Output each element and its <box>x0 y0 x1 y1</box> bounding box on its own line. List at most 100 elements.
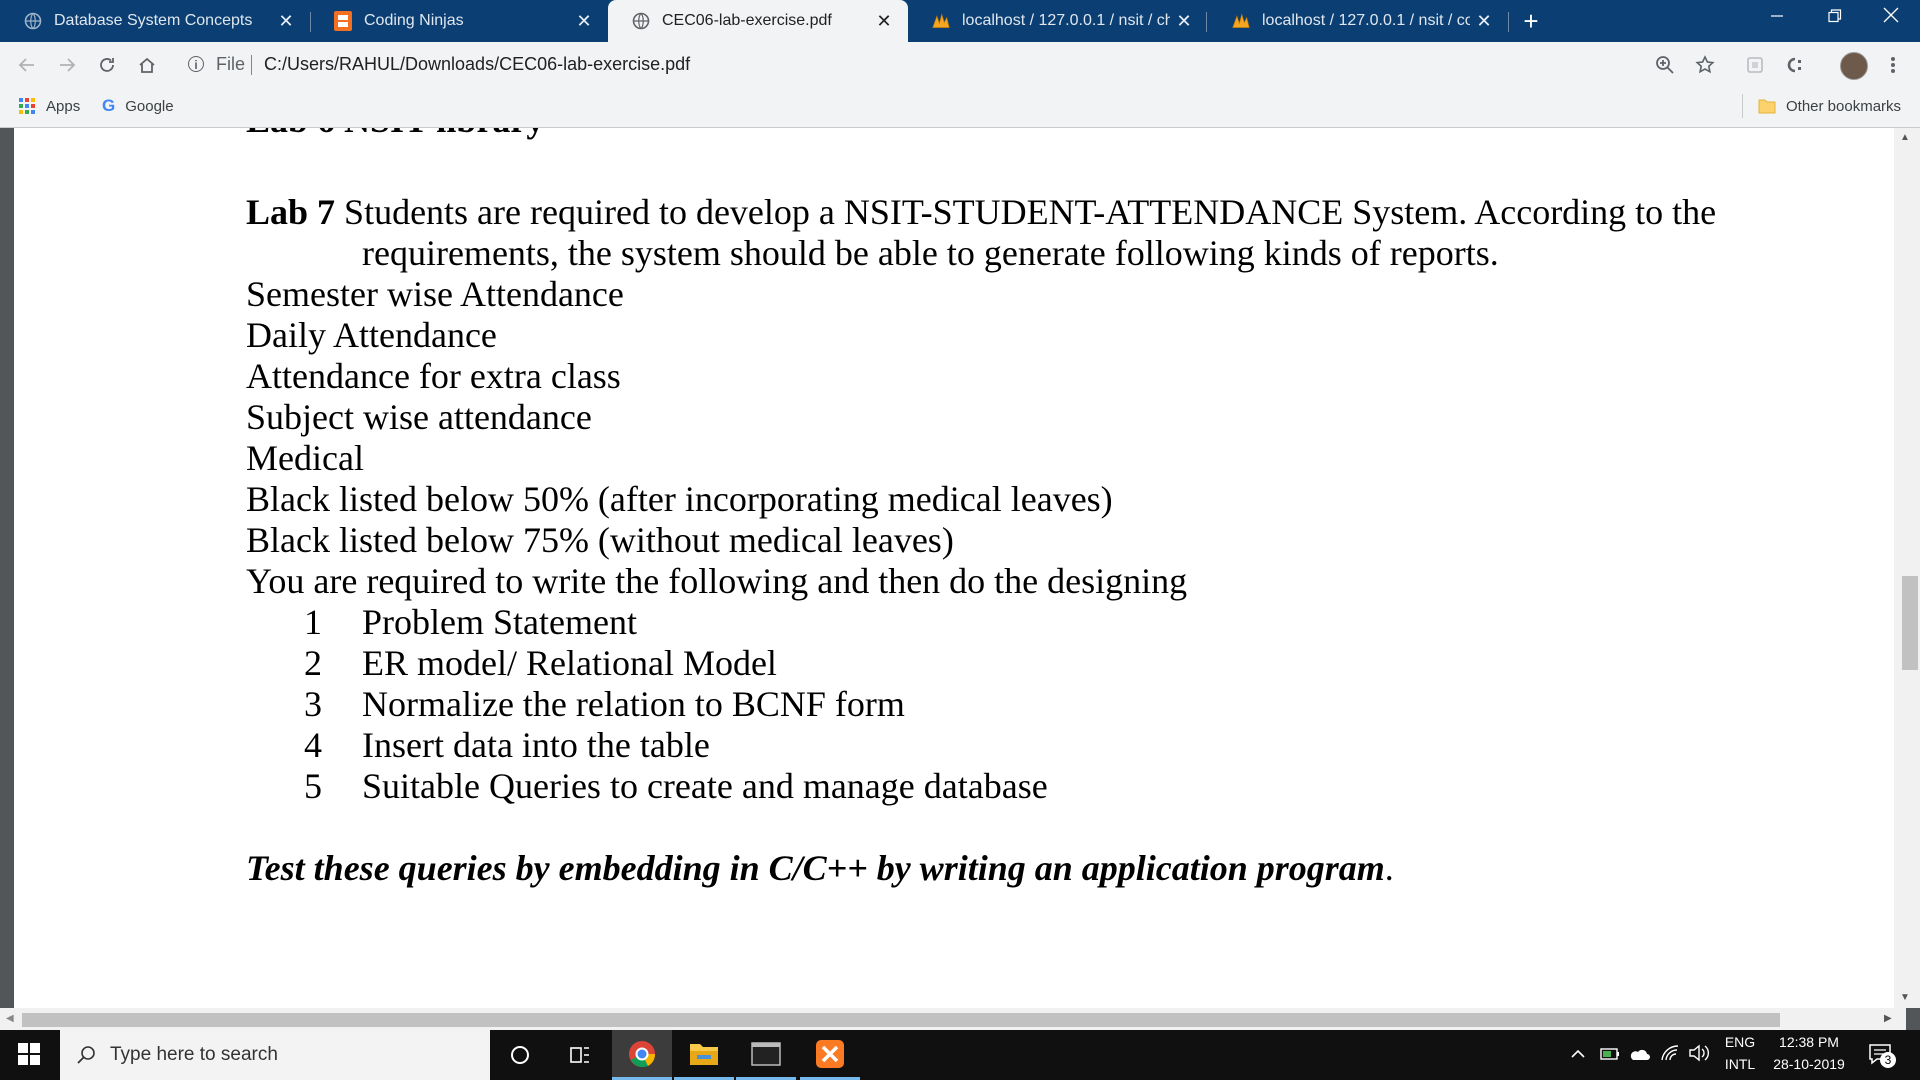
show-hidden-icons-chevron-icon[interactable] <box>1570 1046 1586 1064</box>
restore-button[interactable] <box>1806 0 1864 38</box>
reload-icon <box>100 58 114 72</box>
zoom-button[interactable] <box>1650 50 1680 80</box>
vertical-scroll-thumb[interactable] <box>1902 576 1918 670</box>
scroll-right-icon[interactable]: ▶ <box>1884 1013 1892 1024</box>
task-view-button[interactable] <box>550 1030 610 1080</box>
bookmark-separator <box>1742 94 1743 118</box>
battery-icon[interactable] <box>1600 1046 1620 1067</box>
tab-title: Database System Concepts <box>54 12 253 29</box>
lab7-paragraph-continued: requirements, the system should be able … <box>362 233 1499 273</box>
back-button[interactable] <box>12 50 42 80</box>
tab-database-system-concepts[interactable]: Database System Concepts ✕ <box>0 0 310 42</box>
step-number: 4 <box>304 725 322 765</box>
bookmark-google[interactable]: G Google <box>102 94 174 118</box>
lab7-label: Lab 7 <box>246 192 336 232</box>
back-arrow-icon <box>18 58 34 72</box>
taskbar-file-explorer[interactable] <box>674 1030 734 1080</box>
language-code: ENG <box>1724 1034 1756 1050</box>
step-number: 5 <box>304 766 322 806</box>
instruction-line: You are required to write the following … <box>246 561 1188 601</box>
start-button[interactable] <box>18 1043 40 1070</box>
phpmyadmin-icon <box>932 12 950 30</box>
closing-period: . <box>1384 848 1394 888</box>
cortana-button[interactable] <box>490 1030 550 1080</box>
closing-sentence: Test these queries by embedding in C/C++… <box>246 848 1394 888</box>
close-icon[interactable]: ✕ <box>870 11 898 32</box>
folder-icon <box>1758 99 1776 114</box>
tab-localhost-course[interactable]: localhost / 127.0.0.1 / nsit / cours ✕ <box>1208 0 1508 42</box>
tab-separator <box>1508 12 1509 32</box>
url-text[interactable]: C:/Users/RAHUL/Downloads/CEC06-lab-exerc… <box>264 54 690 75</box>
close-icon[interactable]: ✕ <box>570 11 598 32</box>
action-center-button[interactable]: 3 <box>1868 1042 1896 1073</box>
url-scheme: File <box>216 54 246 74</box>
wifi-icon[interactable] <box>1660 1044 1680 1067</box>
home-icon <box>139 57 155 73</box>
taskbar-chrome[interactable] <box>612 1030 672 1080</box>
scroll-up-icon[interactable]: ▲ <box>1900 132 1910 143</box>
scroll-down-icon[interactable]: ▼ <box>1900 992 1910 1003</box>
keyboard-layout: INTL <box>1724 1056 1756 1072</box>
notification-badge: 3 <box>1880 1052 1896 1068</box>
terminal-icon <box>751 1041 781 1066</box>
report-line: Subject wise attendance <box>246 397 592 437</box>
info-icon[interactable]: i <box>188 56 204 72</box>
close-window-button[interactable] <box>1862 0 1920 38</box>
bookmark-other[interactable]: Other bookmarks <box>1758 94 1901 118</box>
partial-heading-lab6: Lab 6 NSIT library <box>246 128 544 140</box>
close-icon[interactable]: ✕ <box>1170 11 1198 32</box>
pdf-viewer-margin <box>0 128 14 1008</box>
tab-title: localhost / 127.0.0.1 / nsit / choo <box>962 12 1170 29</box>
scroll-left-icon[interactable]: ◀ <box>6 1013 14 1024</box>
bookmark-star-button[interactable] <box>1690 50 1720 80</box>
phpmyadmin-icon <box>1232 12 1250 30</box>
close-icon[interactable]: ✕ <box>272 11 300 32</box>
tab-title: CEC06-lab-exercise.pdf <box>662 12 832 29</box>
bookmark-label: Other bookmarks <box>1786 97 1902 115</box>
menu-button[interactable] <box>1878 50 1908 80</box>
minimize-button[interactable] <box>1748 0 1806 38</box>
step-text: Suitable Queries to create and manage da… <box>362 766 1048 806</box>
bookmark-label: Apps <box>46 97 81 115</box>
report-line: Daily Attendance <box>246 315 497 355</box>
kebab-menu-icon <box>1891 57 1895 73</box>
bookmark-apps[interactable]: Apps <box>18 94 80 118</box>
input-language[interactable]: ENG INTL <box>1718 1034 1762 1072</box>
pdf-page: Lab 6 NSIT library Lab 7 Students are re… <box>14 128 1894 1008</box>
step-text: ER model/ Relational Model <box>362 643 777 683</box>
volume-icon[interactable] <box>1688 1044 1710 1067</box>
lab7-text: Students are required to develop a NSIT-… <box>335 192 1717 232</box>
taskbar-xampp[interactable] <box>800 1030 860 1080</box>
onedrive-icon[interactable] <box>1628 1046 1650 1067</box>
tab-coding-ninjas[interactable]: Coding Ninjas ✕ <box>310 0 608 42</box>
taskbar-clock[interactable]: 12:38 PM 28-10-2019 <box>1766 1034 1852 1072</box>
file-explorer-icon <box>690 1043 718 1065</box>
close-icon <box>1883 7 1899 23</box>
profile-avatar[interactable] <box>1840 52 1868 80</box>
step-text: Normalize the relation to BCNF form <box>362 684 905 724</box>
taskbar-command-prompt[interactable] <box>736 1030 796 1080</box>
search-icon <box>77 1046 95 1064</box>
bookmarks-bar <box>0 86 1920 128</box>
horizontal-scroll-thumb[interactable] <box>22 1013 1780 1027</box>
step-number: 3 <box>304 684 322 724</box>
forward-button[interactable] <box>52 50 82 80</box>
extension-icon <box>1747 57 1763 73</box>
new-tab-button[interactable]: + <box>1516 6 1546 36</box>
forward-arrow-icon <box>60 58 76 72</box>
extension-c-icon <box>1787 57 1801 73</box>
step-text: Insert data into the table <box>362 725 710 765</box>
tab-separator <box>1206 12 1207 32</box>
extension-button[interactable] <box>1780 50 1810 80</box>
extension-button[interactable] <box>1740 50 1770 80</box>
close-icon[interactable]: ✕ <box>1470 11 1498 32</box>
report-line: Semester wise Attendance <box>246 274 624 314</box>
tab-localhost-choose[interactable]: localhost / 127.0.0.1 / nsit / choo ✕ <box>908 0 1208 42</box>
tab-cec06-lab-exercise[interactable]: CEC06-lab-exercise.pdf ✕ <box>608 0 908 42</box>
vertical-scrollbar[interactable] <box>1894 128 1920 1008</box>
minimize-icon <box>1771 15 1783 17</box>
reload-button[interactable] <box>92 50 122 80</box>
home-button[interactable] <box>132 50 162 80</box>
taskbar-search-box[interactable]: Type here to search <box>60 1030 490 1080</box>
chrome-icon <box>629 1040 656 1067</box>
